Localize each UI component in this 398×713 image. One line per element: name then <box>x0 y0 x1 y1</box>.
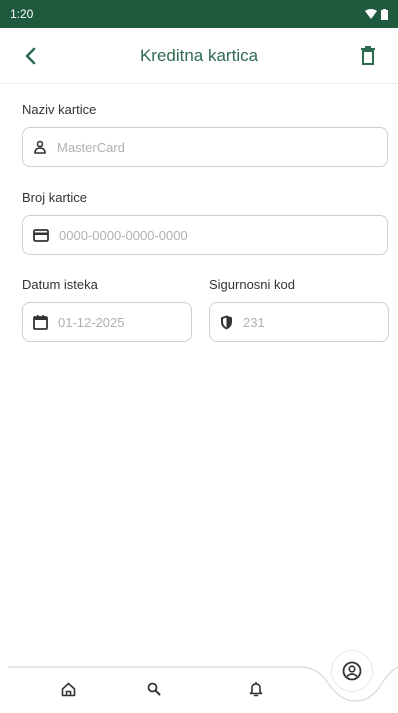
nav-home[interactable] <box>56 677 80 701</box>
status-icons <box>365 8 388 20</box>
delete-button[interactable] <box>356 44 380 68</box>
card-name-field[interactable] <box>22 127 388 167</box>
card-name-label: Naziv kartice <box>22 102 97 117</box>
page-title: Kreditna kartica <box>139 45 259 65</box>
card-number-input[interactable] <box>59 227 377 243</box>
cvv-field[interactable] <box>209 302 389 342</box>
calendar-icon <box>33 314 48 330</box>
wifi-icon <box>365 9 377 19</box>
nav-notifications[interactable] <box>244 677 268 701</box>
cvv-label: Sigurnosni kod <box>209 277 295 292</box>
card-number-label: Broj kartice <box>22 190 88 205</box>
back-button[interactable] <box>18 44 42 68</box>
shield-icon <box>220 315 233 330</box>
home-icon <box>61 682 76 697</box>
card-name-group: Naziv kartice <box>22 102 388 167</box>
credit-card-icon <box>33 228 49 242</box>
app-bar: Kreditna kartica <box>0 28 398 84</box>
search-icon <box>147 682 161 696</box>
nav-search[interactable] <box>142 677 166 701</box>
profile-icon <box>342 661 362 681</box>
nav-profile[interactable] <box>332 651 372 691</box>
status-bar: 1:20 <box>0 0 398 28</box>
card-number-group: Broj kartice <box>22 190 388 255</box>
bottom-nav <box>0 651 398 713</box>
card-number-field[interactable] <box>22 215 388 255</box>
cvv-input[interactable] <box>243 314 378 330</box>
expiry-input[interactable] <box>58 314 181 330</box>
card-name-input[interactable] <box>57 139 377 155</box>
bell-icon <box>249 681 263 697</box>
status-time: 1:20 <box>10 7 34 21</box>
cvv-group: Sigurnosni kod <box>209 277 389 342</box>
trash-icon <box>360 45 376 66</box>
person-icon <box>33 140 47 154</box>
expiry-group: Datum isteka <box>22 277 202 342</box>
expiry-label: Datum isteka <box>22 277 98 292</box>
expiry-field[interactable] <box>22 302 192 342</box>
chevron-left-icon <box>23 47 37 65</box>
battery-icon <box>381 8 388 20</box>
